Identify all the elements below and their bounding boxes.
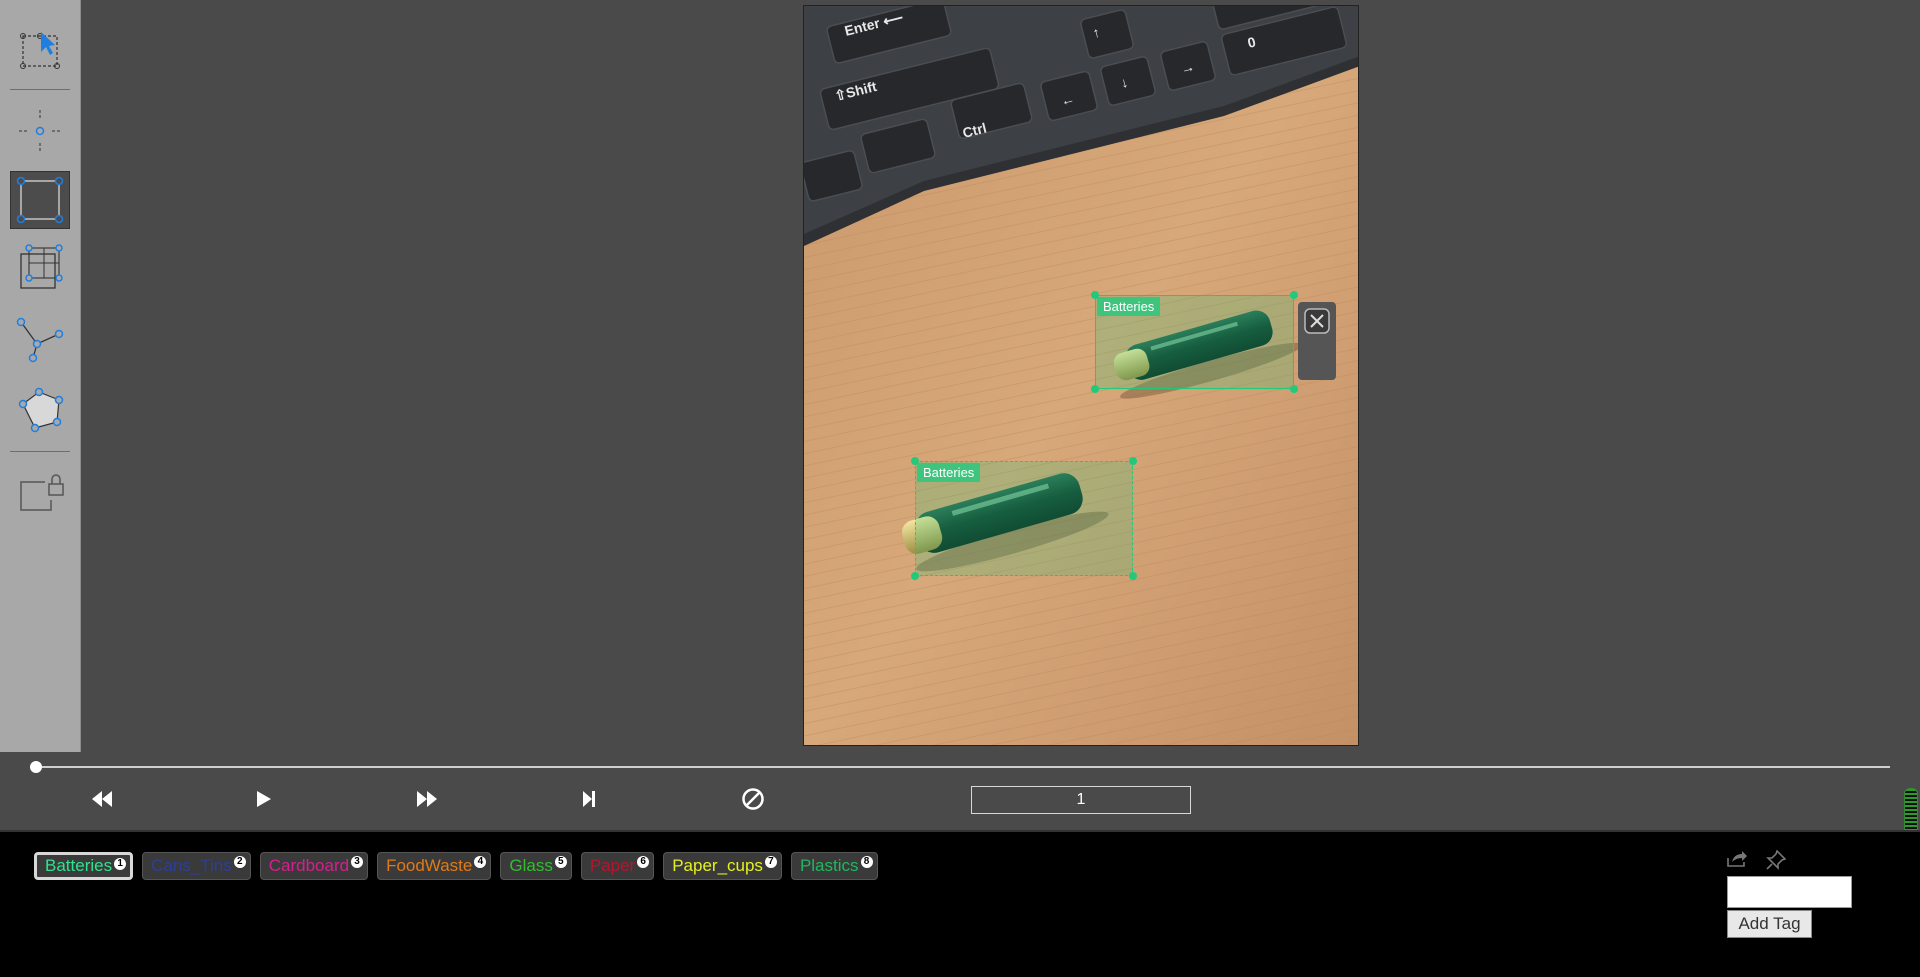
skip-end-icon (583, 791, 595, 807)
tag-hotkey-badge: 5 (554, 856, 567, 868)
resize-handle[interactable] (1290, 385, 1298, 393)
resize-handle[interactable] (1290, 291, 1298, 299)
tag-hotkey-badge: 1 (114, 858, 127, 870)
tag-label: Paper (589, 856, 636, 875)
frame-number-input[interactable] (971, 786, 1191, 814)
resize-handle[interactable] (1091, 385, 1099, 393)
skip-to-end-button[interactable] (574, 787, 604, 811)
point-tool-button[interactable] (10, 102, 70, 160)
tag-hotkey-badge: 4 (474, 856, 487, 868)
polygon-icon (18, 387, 64, 433)
annotated-image[interactable]: Enter ⟵ ⇧Shift Ctrl 0 ↑ ← ↓ → Batteries … (803, 5, 1359, 746)
polygon-tool-button[interactable] (10, 380, 70, 438)
annotation-box-selected[interactable]: Batteries (1091, 291, 1298, 393)
polyline-icon (16, 317, 64, 363)
annotation-delete-panel (1298, 302, 1336, 380)
lock-tool-button[interactable] (10, 462, 70, 520)
tag-chip-cans-tins[interactable]: Cans_Tins 2 (142, 852, 251, 880)
resize-handle[interactable] (1129, 572, 1137, 580)
annotation-box[interactable]: Batteries (911, 457, 1137, 580)
tag-chip-paper-cups[interactable]: Paper_cups 7 (663, 852, 782, 880)
previous-frame-button[interactable] (87, 787, 117, 811)
pin-icon[interactable] (1766, 850, 1786, 870)
resize-handle[interactable] (911, 572, 919, 580)
tag-label: Batteries (45, 856, 113, 875)
tag-hotkey-badge: 2 (233, 856, 246, 868)
fast-forward-icon (417, 791, 437, 807)
tag-chip-paper[interactable]: Paper 6 (580, 852, 655, 880)
new-tag-input[interactable] (1727, 876, 1852, 908)
tool-sidebar (0, 0, 81, 752)
lock-icon (20, 474, 64, 511)
play-button[interactable] (248, 787, 278, 811)
tag-chip-glass[interactable]: Glass 5 (500, 852, 572, 880)
copy-rectangle-icon (20, 244, 63, 289)
polyline-tool-button[interactable] (10, 310, 70, 368)
annotation-label: Batteries (1097, 297, 1161, 316)
tag-chip-foodwaste[interactable]: FoodWaste 4 (377, 852, 492, 880)
rectangle-tool-button[interactable] (10, 171, 70, 229)
tag-panel: Batteries 1 Cans_Tins 2 Cardboard 3 FoodWaste 4… (0, 830, 1920, 977)
prohibited-icon (742, 788, 764, 810)
delete-annotation-button[interactable] (1304, 308, 1330, 334)
seek-track[interactable] (36, 766, 1890, 768)
tag-tools (1726, 850, 1786, 870)
copy-rectangle-tool-button[interactable] (10, 240, 70, 298)
add-tag-button[interactable]: Add Tag (1727, 910, 1812, 938)
point-icon (19, 110, 61, 152)
clear-button[interactable] (738, 787, 768, 811)
resize-handle[interactable] (911, 457, 919, 465)
tag-chip-batteries[interactable]: Batteries 1 (34, 852, 134, 880)
editor-canvas[interactable]: Enter ⟵ ⇧Shift Ctrl 0 ↑ ← ↓ → Batteries … (81, 0, 1920, 752)
play-icon (257, 791, 271, 807)
resize-handle[interactable] (1129, 457, 1137, 465)
rectangle-icon (16, 176, 64, 224)
tag-list: Batteries 1 Cans_Tins 2 Cardboard 3 FoodWaste 4… (34, 852, 878, 880)
tag-hotkey-badge: 8 (860, 856, 873, 868)
rewind-icon (92, 791, 112, 807)
tag-chip-cardboard[interactable]: Cardboard 3 (259, 852, 369, 880)
tag-hotkey-badge: 7 (764, 856, 777, 868)
close-icon (1304, 308, 1330, 334)
select-tool-button[interactable] (10, 20, 70, 78)
select-region-icon (20, 32, 60, 69)
tag-label: Glass (509, 856, 553, 875)
next-frame-button[interactable] (412, 787, 442, 811)
resize-handle[interactable] (1091, 291, 1099, 299)
tag-hotkey-badge: 3 (351, 856, 364, 868)
tag-label: Paper_cups (672, 856, 763, 875)
tag-label: Cardboard (268, 856, 350, 875)
tag-label: FoodWaste (386, 856, 473, 875)
export-icon[interactable] (1726, 850, 1748, 868)
tag-label: Cans_Tins (151, 856, 232, 875)
seek-thumb[interactable] (30, 761, 42, 773)
playback-controls (0, 752, 1920, 866)
annotation-label: Batteries (917, 463, 981, 482)
tag-label: Plastics (799, 856, 859, 875)
tag-chip-plastics[interactable]: Plastics 8 (790, 852, 878, 880)
tag-hotkey-badge: 6 (637, 856, 650, 868)
